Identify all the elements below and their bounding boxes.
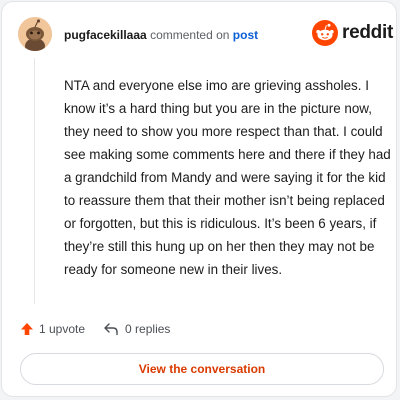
comment-header: pugfacekillaaa commented on post bbox=[64, 28, 258, 42]
upvote-count: 1 upvote bbox=[39, 322, 86, 336]
view-conversation-button[interactable]: View the conversation bbox=[20, 353, 384, 385]
user-avatar[interactable] bbox=[18, 17, 52, 51]
username-link[interactable]: pugfacekillaaa bbox=[64, 28, 147, 42]
thread-line bbox=[34, 58, 35, 304]
post-link[interactable]: post bbox=[233, 28, 258, 42]
comment-card: pugfacekillaaa commented on post reddit … bbox=[1, 1, 397, 397]
reply-stat[interactable]: 0 replies bbox=[103, 322, 170, 336]
reddit-logo[interactable]: reddit bbox=[312, 19, 393, 47]
reply-arrow-icon bbox=[104, 323, 118, 336]
avatar-snoo-icon bbox=[18, 17, 52, 51]
upvote-arrow-icon bbox=[21, 323, 33, 335]
reddit-wordmark: reddit bbox=[342, 22, 393, 43]
upvote-stat[interactable]: 1 upvote bbox=[20, 322, 85, 336]
reddit-snoo-icon bbox=[312, 20, 338, 46]
comment-body: NTA and everyone else imo are grieving a… bbox=[64, 78, 391, 277]
reply-count: 0 replies bbox=[125, 322, 171, 336]
action-text: commented on bbox=[150, 28, 230, 42]
comment-stats: 1 upvote 0 replies bbox=[20, 320, 170, 338]
